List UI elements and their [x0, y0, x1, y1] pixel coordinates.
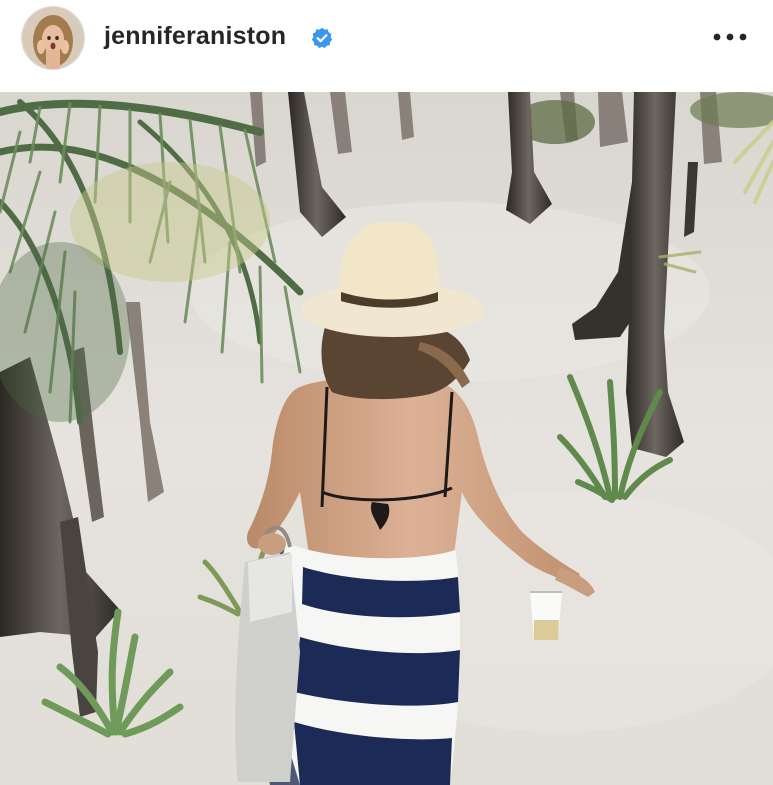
username[interactable]: jenniferaniston: [104, 22, 286, 51]
post-header: jenniferaniston: [0, 0, 773, 92]
more-horizontal-icon[interactable]: [710, 22, 750, 52]
post-photo[interactable]: [0, 92, 773, 785]
verified-badge-icon: [311, 27, 333, 49]
profile-avatar[interactable]: [22, 7, 84, 69]
beach-photo: [0, 92, 773, 785]
avatar-image: [22, 7, 84, 69]
instagram-post: jenniferaniston: [0, 0, 773, 785]
